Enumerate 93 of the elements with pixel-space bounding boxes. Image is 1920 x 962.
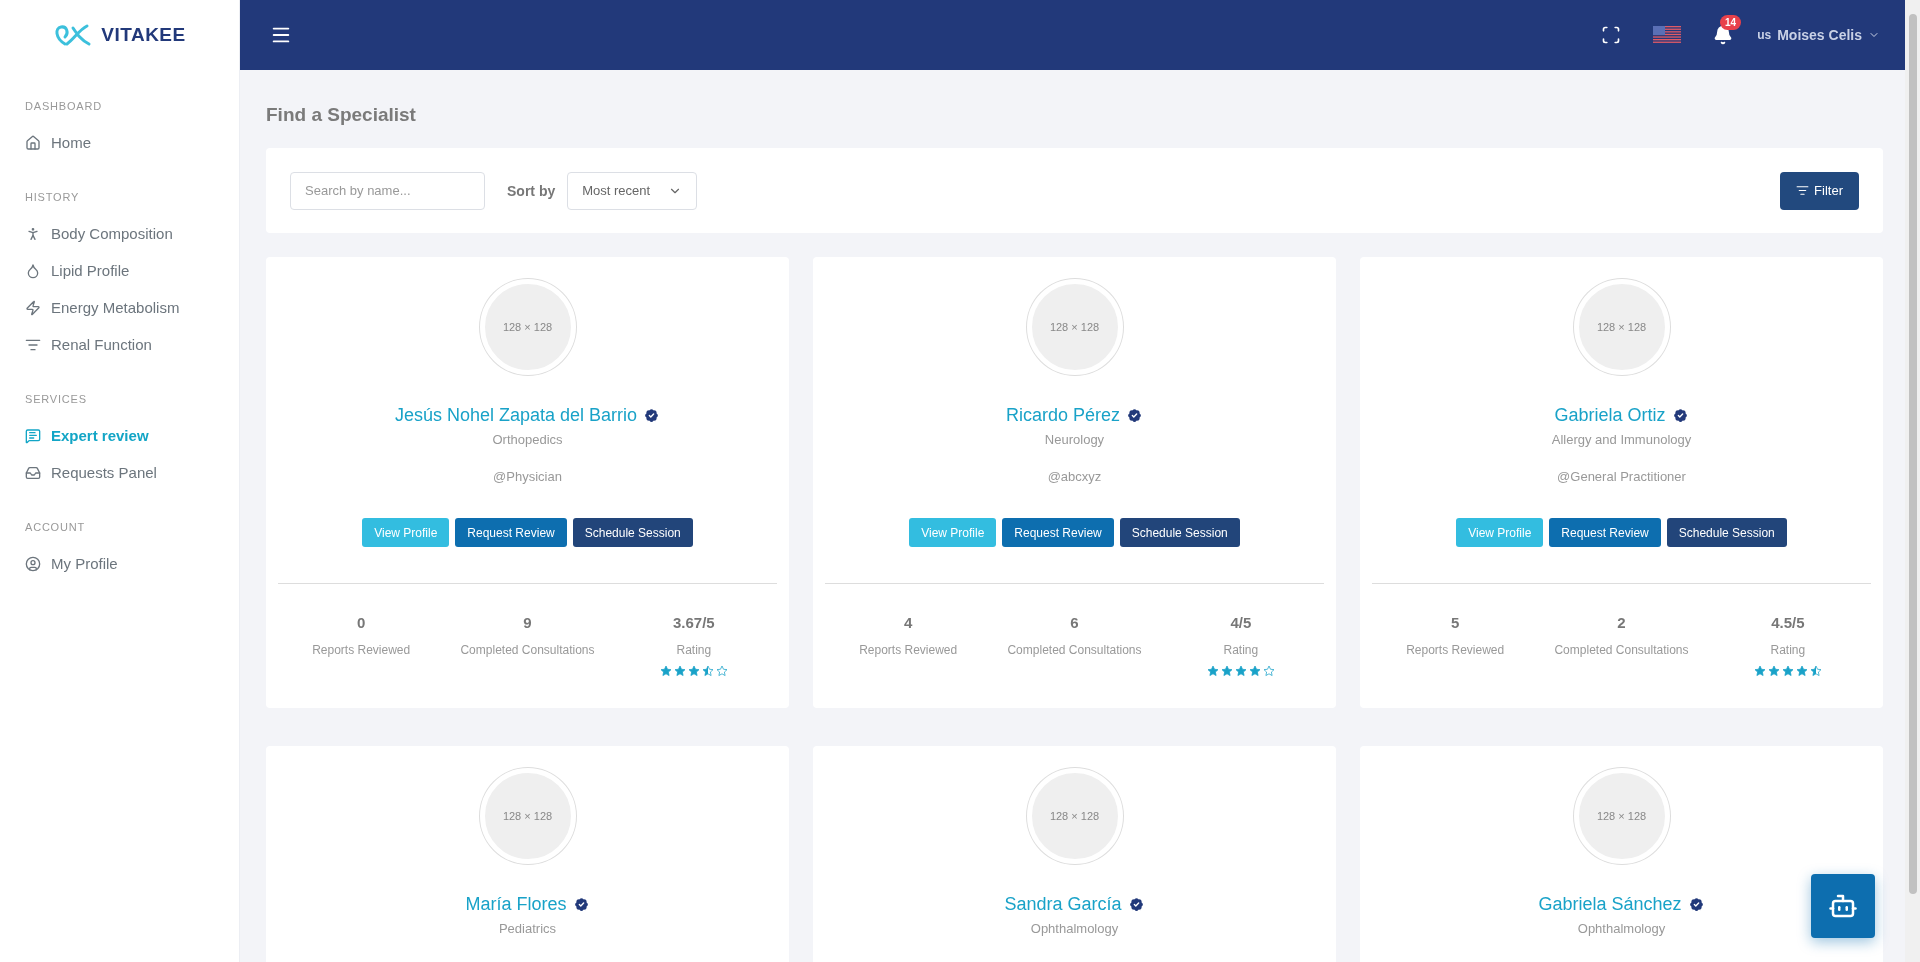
- stat-label: Rating: [1222, 643, 1260, 657]
- action-button[interactable]: Request Review: [1002, 518, 1114, 547]
- chatbot-button[interactable]: [1811, 874, 1875, 938]
- specialist-name[interactable]: Gabriela Ortiz: [1554, 405, 1666, 426]
- notification-badge: 14: [1720, 15, 1742, 30]
- star-icon: [673, 665, 686, 677]
- section-heading: ACCOUNT: [24, 520, 86, 535]
- fullscreen-icon[interactable]: [1601, 25, 1622, 45]
- action-button[interactable]: Request Review: [455, 518, 567, 547]
- avatar-size-label: 128 × 128: [1596, 810, 1647, 822]
- stat-label: Reports Reviewed: [1405, 643, 1506, 657]
- stat-value: 2: [1616, 614, 1627, 631]
- avatar-size-label: 128 × 128: [502, 810, 553, 822]
- stat-value: 3.67/5: [671, 614, 716, 631]
- sidebar-item[interactable]: Lipid Profile: [0, 252, 239, 289]
- star-icon: [1795, 665, 1808, 677]
- stat-value: 4.5/5: [1770, 614, 1806, 631]
- sidebar-item[interactable]: Expert review: [0, 417, 239, 454]
- filter-button[interactable]: Filter: [1780, 171, 1859, 210]
- avatar-size-label: 128 × 128: [1049, 321, 1100, 333]
- handle: @General Practitioner: [1557, 469, 1686, 484]
- page-title: Find a Specialist: [266, 104, 417, 126]
- specialty: Ophthalmology: [1577, 921, 1666, 936]
- home-icon: [25, 134, 41, 151]
- scrollbar-thumb[interactable]: [1908, 14, 1917, 894]
- star-icon: [687, 665, 700, 677]
- sidebar-item[interactable]: Renal Function: [0, 326, 239, 363]
- search-field[interactable]: Search by name...: [290, 171, 485, 210]
- star-icon: [1220, 665, 1233, 677]
- section-heading: DASHBOARD: [24, 99, 103, 114]
- action-button[interactable]: Schedule Session: [572, 518, 693, 547]
- brand-name: VITAKEE: [101, 24, 186, 46]
- star-icon: [715, 665, 728, 677]
- user-menu[interactable]: us Moises Celis: [1757, 27, 1880, 43]
- inbox-icon: [25, 464, 41, 481]
- person-icon: [25, 225, 41, 242]
- sidebar-item[interactable]: Energy Metabolism: [0, 289, 239, 326]
- action-button[interactable]: Schedule Session: [1119, 518, 1240, 547]
- stat-value: 4/5: [1229, 614, 1253, 631]
- stat-value: 5: [1450, 614, 1461, 631]
- star-icon: [659, 665, 672, 677]
- sort-dropdown[interactable]: Most recent: [567, 171, 698, 210]
- stat-label: Reports Reviewed: [311, 643, 412, 657]
- star-icon: [1234, 665, 1247, 677]
- handle: @abcxyz: [1047, 469, 1102, 484]
- sidebar-item[interactable]: Requests Panel: [0, 454, 239, 491]
- chat-icon: [25, 427, 41, 444]
- avatar-size-label: 128 × 128: [1049, 810, 1100, 822]
- stat-label: Rating: [675, 643, 713, 657]
- stat-value: 4: [903, 614, 914, 631]
- drop-icon: [25, 262, 41, 279]
- sidebar-item[interactable]: Home: [0, 124, 239, 161]
- sort-label: Sort by: [507, 182, 556, 199]
- user-icon: [25, 555, 41, 572]
- stat-label: Reports Reviewed: [858, 643, 959, 657]
- stat-label: Completed Consultations: [1553, 643, 1690, 657]
- avatar-size-label: 128 × 128: [1596, 321, 1647, 333]
- bell-icon[interactable]: [1713, 25, 1734, 45]
- stat-label: Completed Consultations: [1006, 643, 1143, 657]
- stat-label: Rating: [1769, 643, 1807, 657]
- specialty: Orthopedics: [492, 432, 563, 447]
- stat-value: 0: [356, 614, 367, 631]
- star-icon: [1781, 665, 1794, 677]
- action-button[interactable]: Request Review: [1549, 518, 1661, 547]
- star-icon: [701, 665, 714, 677]
- star-icon: [1206, 665, 1219, 677]
- action-button[interactable]: Schedule Session: [1666, 518, 1787, 547]
- star-icon: [1767, 665, 1780, 677]
- avatar-size-label: 128 × 128: [502, 321, 553, 333]
- handle: @Physician: [493, 469, 562, 484]
- specialty: Pediatrics: [498, 921, 557, 936]
- specialty: Allergy and Immunology: [1551, 432, 1692, 447]
- stat-value: 9: [522, 614, 533, 631]
- specialist-name[interactable]: Gabriela Sánchez: [1538, 894, 1682, 915]
- lightning-icon: [25, 299, 41, 316]
- specialty: Neurology: [1044, 432, 1105, 447]
- specialist-name[interactable]: María Flores: [465, 894, 567, 915]
- star-icon: [1248, 665, 1261, 677]
- stat-label: Completed Consultations: [459, 643, 596, 657]
- section-heading: SERVICES: [24, 392, 88, 407]
- specialist-name[interactable]: Jesús Nohel Zapata del Barrio: [394, 405, 638, 426]
- specialist-name[interactable]: Sandra García: [1004, 894, 1122, 915]
- sidebar-item[interactable]: Body Composition: [0, 215, 239, 252]
- specialty: Ophthalmology: [1030, 921, 1119, 936]
- filter-icon: [1796, 184, 1810, 197]
- stat-value: 6: [1069, 614, 1080, 631]
- star-icon: [1262, 665, 1275, 677]
- star-icon: [1753, 665, 1766, 677]
- star-icon: [1809, 665, 1822, 677]
- flag-icon[interactable]: [1653, 26, 1682, 44]
- specialist-name[interactable]: Ricardo Pérez: [1005, 405, 1120, 426]
- sidebar-item[interactable]: My Profile: [0, 545, 239, 582]
- section-heading: HISTORY: [24, 190, 81, 205]
